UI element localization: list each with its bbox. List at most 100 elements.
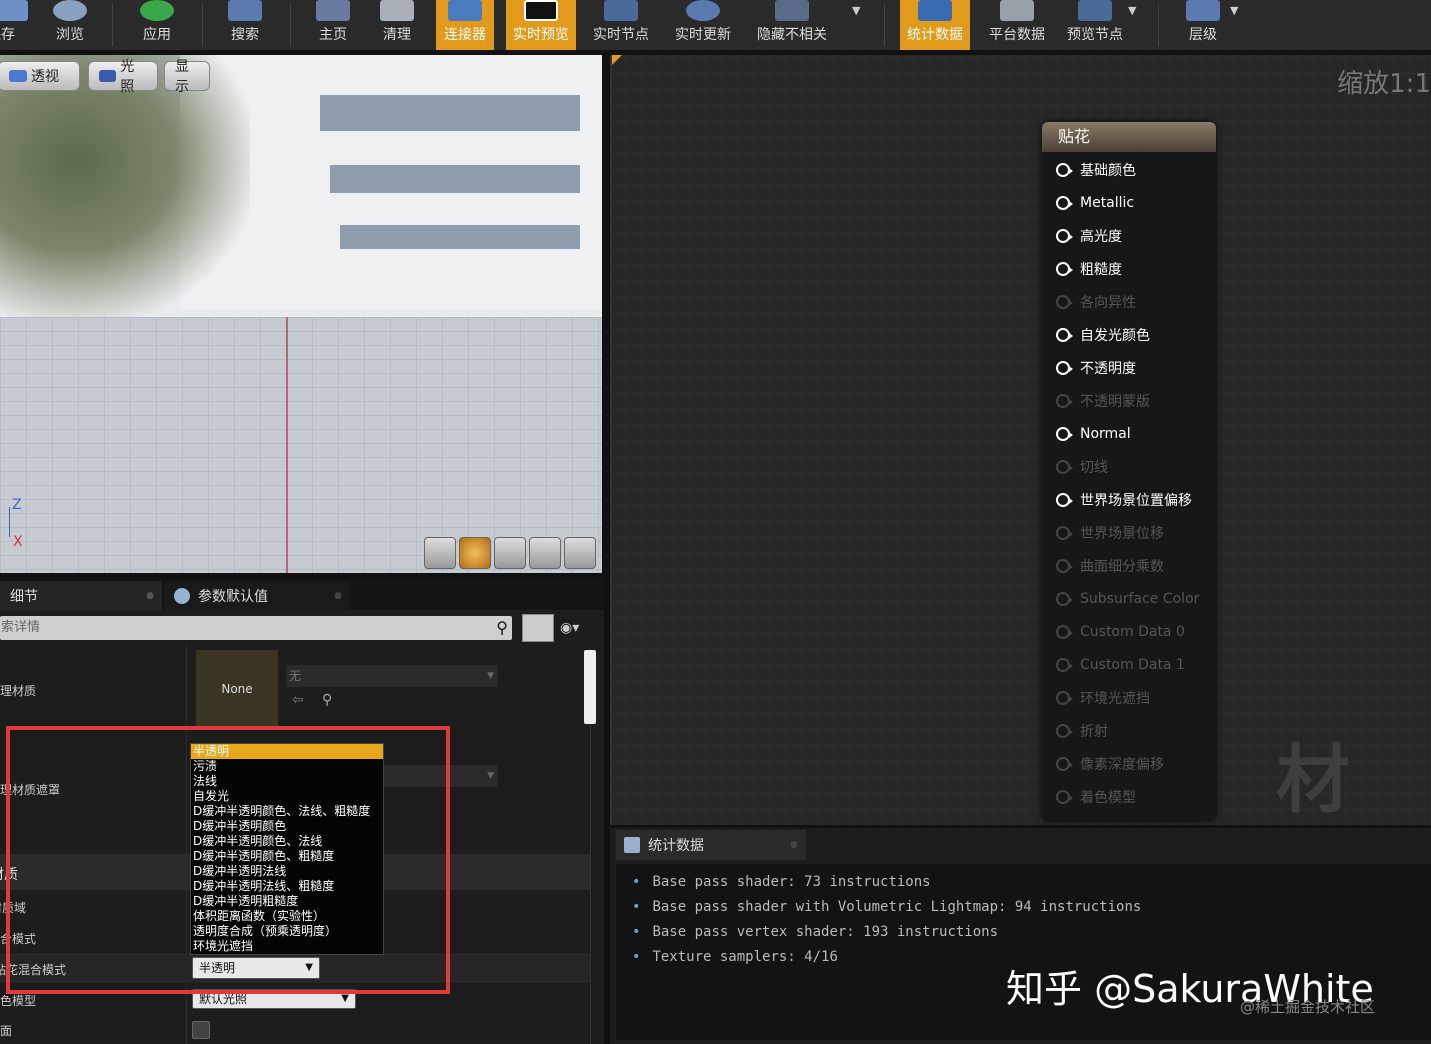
node-pin[interactable]: Custom Data 0	[1056, 622, 1185, 642]
material-graph[interactable]: 缩放1:1 材质 贴花 基础颜色Metallic高光度粗糙度各向异性自发光颜色不…	[610, 55, 1431, 930]
clean-button[interactable]: 清理	[370, 0, 424, 50]
node-pin[interactable]: 不透明蒙版	[1056, 391, 1150, 411]
dropdown-option[interactable]: 半透明	[191, 744, 383, 759]
chevron-down-icon[interactable]: ▼	[852, 4, 860, 17]
dropdown-option[interactable]: D缓冲半透明颜色	[191, 819, 383, 834]
save-button[interactable]: 保存	[0, 0, 36, 50]
pin-connector-icon[interactable]	[1056, 295, 1073, 309]
dropdown-option[interactable]: 透明度合成（预乘透明度）	[191, 924, 383, 939]
pin-connector-icon[interactable]	[1056, 625, 1073, 639]
search-icon[interactable]: ⚲	[322, 692, 332, 708]
close-icon[interactable]: ●	[146, 591, 154, 601]
pin-connector-icon[interactable]	[1056, 790, 1073, 804]
view-options-icon[interactable]	[522, 614, 554, 642]
pin-connector-icon[interactable]	[1056, 559, 1073, 573]
tab-details[interactable]: 细节 ●	[0, 581, 162, 610]
node-pin[interactable]: Metallic	[1056, 193, 1134, 213]
hide-unrelated-button[interactable]: 隐藏不相关	[750, 0, 834, 50]
material-result-node[interactable]: 贴花 基础颜色 Metallic 高光度 粗糙度 各向异性 自发光颜色 不透明度 不透明蒙版 N…	[1042, 122, 1216, 820]
dropdown-option[interactable]: D缓冲半透明法线	[191, 864, 383, 879]
dropdown-option[interactable]: D缓冲半透明颜色、法线	[191, 834, 383, 849]
node-pin[interactable]: 自发光颜色	[1056, 325, 1150, 345]
node-pin[interactable]: Normal	[1056, 424, 1131, 444]
scrollbar[interactable]	[584, 650, 596, 724]
browse-button[interactable]: 浏览	[44, 0, 96, 50]
tab-param-defaults[interactable]: 参数默认值 ●	[164, 581, 350, 610]
pin-connector-icon[interactable]	[1056, 757, 1073, 771]
node-pin[interactable]: 像素深度偏移	[1056, 754, 1164, 774]
pin-connector-icon[interactable]	[1056, 724, 1073, 738]
dropdown-option[interactable]: 环境光遮挡	[191, 939, 383, 954]
show-button[interactable]: 显示	[164, 59, 210, 95]
dropdown-option[interactable]: D缓冲半透明法线、粗糙度	[191, 879, 383, 894]
platform-stats-button[interactable]: 平台数据	[982, 0, 1052, 50]
pin-connector-icon[interactable]	[1056, 691, 1073, 705]
node-pin[interactable]: 各向异性	[1056, 292, 1136, 312]
decal-blend-dropdown[interactable]: 半透明 污渍 法线 自发光 D缓冲半透明颜色、法线、粗糙度 D缓冲半透明颜色 D…	[190, 743, 384, 955]
home-button[interactable]: 主页	[306, 0, 360, 50]
details-search-input[interactable]: 搜索详情⚲	[0, 616, 512, 640]
dropdown-option[interactable]: 体积距离函数（实验性）	[191, 909, 383, 924]
pin-connector-icon[interactable]	[1056, 460, 1073, 474]
teapot-preview-icon[interactable]	[564, 537, 596, 569]
node-pin[interactable]: Subsurface Color	[1056, 589, 1199, 609]
node-pin[interactable]: 世界场景位置偏移	[1056, 490, 1192, 510]
plane-preview-icon[interactable]	[494, 537, 526, 569]
dropdown-option[interactable]: 自发光	[191, 789, 383, 804]
node-pin[interactable]: 基础颜色	[1056, 160, 1136, 180]
close-icon[interactable]: ●	[334, 591, 342, 601]
dropdown-option[interactable]: D缓冲半透明颜色、粗糙度	[191, 849, 383, 864]
node-pin[interactable]: 世界场景位移	[1056, 523, 1164, 543]
pin-connector-icon[interactable]	[1056, 229, 1073, 243]
search-button[interactable]: 搜索	[218, 0, 272, 50]
eye-icon[interactable]: ◉▾	[560, 620, 579, 636]
node-pin[interactable]: 折射	[1056, 721, 1108, 741]
cube-preview-icon[interactable]	[529, 537, 561, 569]
pin-connector-icon[interactable]	[1056, 493, 1073, 507]
dropdown-option[interactable]: 污渍	[191, 759, 383, 774]
connectors-button[interactable]: 连接器	[436, 0, 494, 50]
pin-connector-icon[interactable]	[1056, 394, 1073, 408]
dropdown-option[interactable]: D缓冲半透明颜色、法线、粗糙度	[191, 804, 383, 819]
node-pin[interactable]: Custom Data 1	[1056, 655, 1185, 675]
live-nodes-button[interactable]: 实时节点	[586, 0, 656, 50]
preview-viewport[interactable]: Z X	[0, 55, 602, 573]
apply-button[interactable]: 应用	[130, 0, 184, 50]
node-pin[interactable]: 切线	[1056, 457, 1108, 477]
node-pin[interactable]: 不透明度	[1056, 358, 1136, 378]
pin-connector-icon[interactable]	[1056, 262, 1073, 276]
perspective-button[interactable]: 透视	[0, 61, 80, 91]
arrow-left-icon[interactable]: ⇦	[292, 692, 304, 708]
two-sided-checkbox[interactable]	[192, 1021, 210, 1039]
close-icon[interactable]: ●	[790, 840, 798, 850]
tab-stats[interactable]: 统计数据 ●	[616, 830, 806, 860]
decal-blend-mode-combo[interactable]: 半透明 ▼	[192, 957, 320, 979]
node-pin[interactable]: 高光度	[1056, 226, 1122, 246]
cylinder-preview-icon[interactable]	[424, 537, 456, 569]
live-preview-button[interactable]: 实时预览	[506, 0, 576, 50]
pin-connector-icon[interactable]	[1056, 592, 1073, 606]
node-pin[interactable]: 曲面细分乘数	[1056, 556, 1164, 576]
preview-node-button[interactable]: 预览节点	[1060, 0, 1130, 50]
material-thumbnail[interactable]: None	[196, 650, 278, 728]
node-pin[interactable]: 环境光遮挡	[1056, 688, 1150, 708]
hierarchy-button[interactable]: 层级	[1176, 0, 1230, 50]
live-update-button[interactable]: 实时更新	[668, 0, 738, 50]
sphere-preview-icon[interactable]	[459, 537, 491, 569]
dropdown-option[interactable]: D缓冲半透明粗糙度	[191, 894, 383, 909]
chevron-down-icon[interactable]: ▼	[1230, 4, 1238, 17]
stats-button[interactable]: 统计数据	[900, 0, 970, 50]
dropdown-option[interactable]: 法线	[191, 774, 383, 789]
pin-connector-icon[interactable]	[1056, 658, 1073, 672]
pin-connector-icon[interactable]	[1056, 196, 1073, 210]
node-pin[interactable]: 着色模型	[1056, 787, 1136, 807]
lighting-button[interactable]: 光照	[88, 59, 158, 95]
pin-connector-icon[interactable]	[1056, 427, 1073, 441]
pin-connector-icon[interactable]	[1056, 328, 1073, 342]
shading-model-combo[interactable]: 默认光照 ▼	[192, 989, 356, 1009]
physical-material-combo[interactable]: 无 ▼	[286, 665, 498, 687]
node-pin[interactable]: 粗糙度	[1056, 259, 1122, 279]
chevron-down-icon[interactable]: ▼	[1128, 4, 1136, 17]
pin-connector-icon[interactable]	[1056, 163, 1073, 177]
pin-connector-icon[interactable]	[1056, 526, 1073, 540]
